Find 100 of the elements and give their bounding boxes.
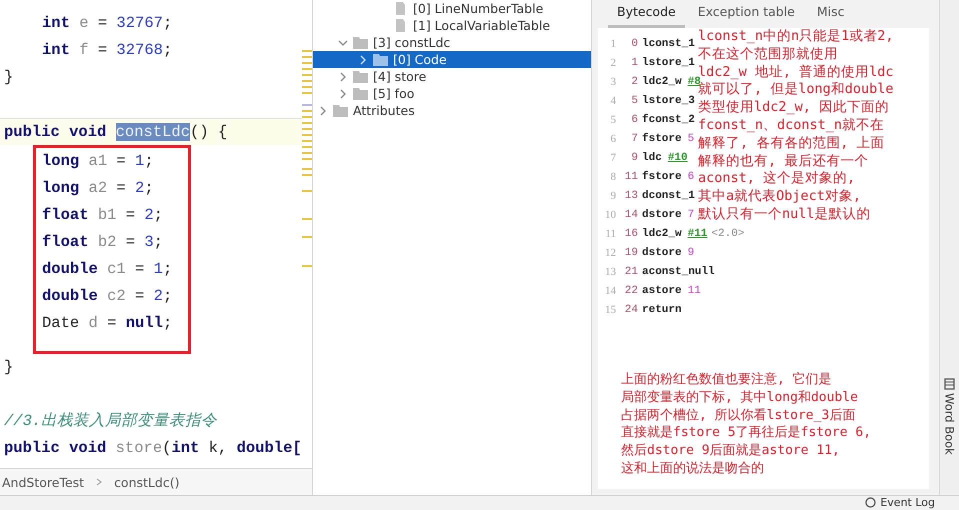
line-number: 1: [610, 38, 616, 50]
opcode: ldc: [642, 152, 662, 164]
line-number: 5: [610, 114, 616, 126]
annotation-line: 占据两个槽位, 所以你看lstore_3后面: [621, 406, 856, 424]
breadcrumb-item[interactable]: AndStoreTest: [2, 474, 84, 490]
constant-link[interactable]: #11: [688, 228, 708, 240]
constant-comment: <2.0>: [711, 228, 744, 240]
bytecode-offset: 5: [630, 94, 638, 106]
code-line: Date d = null;: [42, 313, 174, 334]
line-number: 10: [604, 208, 616, 220]
operand: 9: [688, 246, 694, 258]
line-number: 8: [610, 170, 616, 182]
opcode: dstore: [642, 246, 682, 258]
opcode: dstore: [642, 208, 682, 220]
code-line: //3.出栈装入局部变量表指令: [3, 411, 218, 432]
tree-item[interactable]: [0] Code: [313, 51, 591, 68]
operand: 7: [688, 208, 694, 220]
opcode: ldc2_w: [642, 228, 682, 240]
code-line: float b2 = 3;: [42, 232, 164, 253]
code-line: public void store(int k, double[: [3, 438, 302, 459]
bytecode-offset: 21: [624, 266, 638, 278]
file-icon: [393, 19, 408, 32]
annotation-line: 局部变量表的下标, 其中long和double: [621, 388, 858, 407]
operand: 5: [688, 132, 694, 144]
folder-icon: [353, 36, 368, 49]
opcode: aconst_null: [642, 266, 715, 278]
bytecode-offset: 24: [624, 304, 638, 316]
tree-item[interactable]: [3] constLdc: [313, 34, 591, 51]
bytecode-offset: 16: [624, 228, 638, 240]
annotation-line: ldc2_w 地址, 普通的使用ldc: [698, 64, 894, 80]
code-line: long a2 = 2;: [42, 178, 155, 199]
code-line: double c1 = 1;: [42, 259, 174, 280]
chevron-right-icon: [96, 478, 102, 486]
bytecode-offset: 0: [630, 38, 638, 50]
tree-item[interactable]: [1] LocalVariableTable: [313, 17, 591, 34]
tab[interactable]: Exception table: [688, 4, 804, 28]
circle-icon[interactable]: [865, 497, 876, 508]
annotation-line: 其中a就代表Object对象,: [698, 188, 862, 206]
annotation-line: 直接就是fstore 5了再往后是fstore 6,: [621, 424, 872, 442]
tree-item[interactable]: [5] foo: [313, 85, 591, 102]
breadcrumb-item[interactable]: constLdc(): [114, 474, 180, 490]
annotation-line: 默认只有一个null是默认的: [698, 206, 871, 224]
line-number: 3: [610, 76, 616, 88]
folder-icon: [333, 104, 348, 117]
bytecode-offset: 6: [630, 114, 638, 126]
bytecode-offset: 19: [624, 246, 638, 258]
line-number: 7: [610, 152, 616, 164]
line-number: 12: [604, 246, 616, 258]
code-line: }: [3, 67, 14, 88]
opcode: dconst_1: [642, 190, 695, 202]
bytecode-offset: 1: [630, 56, 638, 68]
line-number: 13: [604, 266, 616, 278]
opcode: fstore: [642, 132, 682, 144]
annotation-line: 解释了, 各有各的范围, 上面: [698, 134, 885, 153]
operand: 6: [688, 170, 694, 182]
tree-item[interactable]: Attributes: [313, 102, 591, 119]
bytecode-offset: 7: [630, 132, 638, 144]
opcode: lstore_1: [642, 56, 695, 68]
bytecode-offset: 13: [624, 190, 638, 202]
event-log-label[interactable]: Event Log: [880, 496, 935, 509]
file-icon: [393, 2, 408, 15]
book-icon[interactable]: [944, 378, 955, 390]
code-line: }: [3, 357, 14, 378]
annotation-line: 解释的也有, 最后还有一个: [698, 152, 868, 170]
annotation-line: 就可以了, 但是long和double: [698, 81, 894, 100]
annotation-line: 然后dstore 9后面就是astore 11,: [621, 442, 840, 460]
annotation-line: 类型使用ldc2_w, 因此下面的: [698, 99, 890, 117]
bytecode-offset: 22: [624, 284, 638, 296]
folder-icon: [353, 87, 368, 100]
opcode: fconst_2: [642, 114, 695, 126]
annotation-line: 不在这个范围那就使用: [698, 46, 838, 64]
opcode: fstore: [642, 170, 682, 182]
line-number: 9: [610, 190, 616, 202]
tree-item[interactable]: [0] LineNumberTable: [313, 0, 591, 17]
opcode: return: [642, 304, 682, 316]
bytecode-offset: 9: [630, 152, 638, 164]
opcode: ldc2_w: [642, 76, 682, 88]
line-number: 15: [604, 304, 616, 316]
annotation-line: aconst, 这个是对象的,: [698, 170, 856, 188]
opcode: lstore_3: [642, 94, 695, 106]
tab[interactable]: Misc: [808, 4, 854, 28]
tree-item[interactable]: [4] store: [313, 68, 591, 85]
folder-icon: [353, 70, 368, 83]
tool-window-tab[interactable]: Word Book: [942, 393, 956, 455]
line-number: 4: [610, 94, 616, 106]
opcode: lconst_1: [642, 38, 695, 50]
bytecode-offset: 14: [624, 208, 638, 220]
line-number: 6: [610, 132, 616, 144]
annotation-line: 上面的粉红色数值也要注意, 它们是: [621, 371, 832, 389]
line-number: 14: [604, 284, 616, 296]
annotation-line: fconst_n、dconst_n就不在: [698, 116, 884, 135]
opcode: astore: [642, 284, 682, 296]
operand: 11: [688, 284, 701, 296]
bytecode-offset: 11: [624, 170, 638, 182]
constant-link[interactable]: #10: [668, 152, 688, 164]
annotation-line: lconst_n中的n只能是1或者2,: [698, 28, 894, 46]
code-line: int e = 32767;: [41, 13, 174, 34]
bytecode-offset: 2: [630, 76, 638, 88]
annotation-line: 这和上面的说法是吻合的: [621, 460, 764, 478]
code-line: double c2 = 2;: [42, 286, 174, 307]
